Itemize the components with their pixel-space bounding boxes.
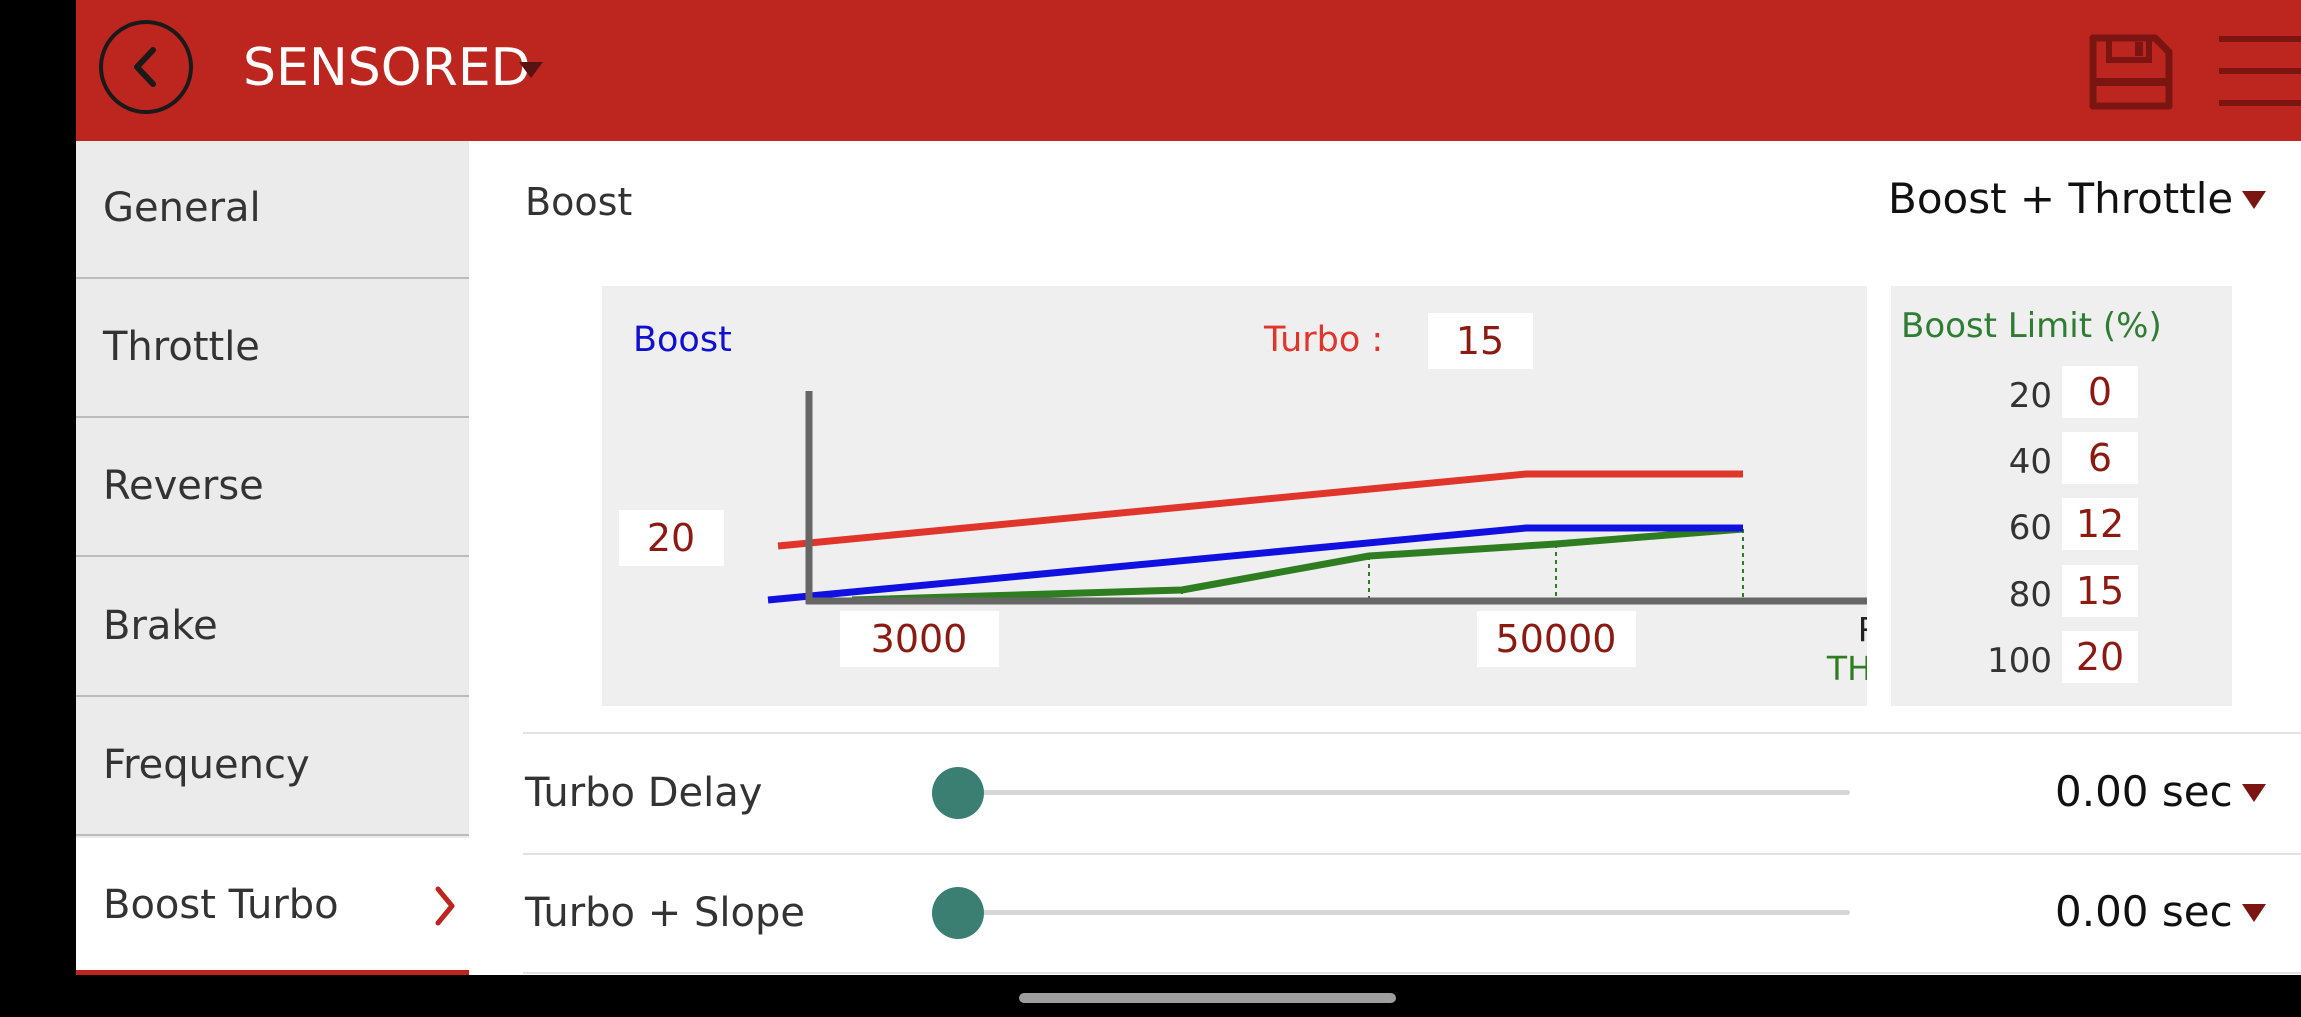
boost-chart-svg: Boost Turbo : 15 20 3000 50000 TH [619, 313, 1867, 688]
turbo-delay-label: Turbo Delay [525, 770, 763, 816]
boost-limit-value[interactable]: 20 [2062, 631, 2138, 683]
divider [523, 853, 2301, 855]
caret-down-icon[interactable] [2242, 904, 2266, 922]
caret-down-icon[interactable] [2242, 784, 2266, 802]
back-button[interactable] [99, 20, 193, 114]
sidebar-item-general[interactable]: General [76, 141, 469, 279]
turbo-series-line [777, 470, 1743, 550]
boost-chart: Boost Turbo : 15 20 3000 50000 TH [602, 286, 1867, 706]
turbo-label: Turbo : [1263, 320, 1383, 360]
boost-limit-row: 100 20 [1891, 631, 2232, 687]
chevron-right-icon [435, 886, 455, 926]
throttle-point: 80 [2008, 575, 2052, 615]
save-icon[interactable] [2089, 34, 2173, 110]
turbo-slope-label: Turbo + Slope [525, 890, 805, 936]
y-axis-label: Boost [633, 320, 732, 360]
rpm-end-value: 50000 [1496, 617, 1617, 661]
top-bar: SENSORED [76, 0, 2301, 141]
sidebar-item-label: Frequency [103, 742, 310, 788]
boost-limit-title: Boost Limit (%) [1901, 306, 2162, 346]
active-indicator [76, 970, 469, 975]
x-axis-label-secondary: TH(%) [1826, 649, 1867, 688]
caret-down-icon[interactable] [519, 62, 543, 78]
boost-limit-value[interactable]: 12 [2062, 498, 2138, 550]
throttle-point: 60 [2008, 508, 2052, 548]
sidebar-item-brake[interactable]: Brake [76, 559, 469, 697]
sidebar-item-reverse[interactable]: Reverse [76, 419, 469, 557]
sidebar-item-boost-turbo[interactable]: Boost Turbo [76, 838, 469, 975]
menu-icon[interactable] [2219, 34, 2301, 108]
divider [523, 732, 2301, 734]
boost-limit-row: 40 6 [1891, 432, 2232, 488]
sidebar-item-label: Throttle [103, 324, 260, 370]
back-icon [134, 47, 156, 87]
sidebar-item-frequency[interactable]: Frequency [76, 698, 469, 836]
home-indicator[interactable] [1019, 993, 1396, 1003]
divider [523, 972, 2301, 974]
sidebar-item-label: General [103, 185, 261, 231]
turbo-value: 15 [1456, 319, 1504, 363]
sidebar-item-label: Brake [103, 603, 218, 649]
turbo-slope-value[interactable]: 0.00 sec [2055, 887, 2233, 936]
sidebar-item-label: Boost Turbo [103, 882, 339, 928]
turbo-slope-slider[interactable] [960, 910, 1850, 915]
rpm-start-value: 3000 [871, 617, 968, 661]
sidebar: General Throttle Reverse Brake Frequency… [76, 141, 469, 975]
throttle-point: 20 [2008, 376, 2052, 416]
turbo-delay-value[interactable]: 0.00 sec [2055, 767, 2233, 816]
boost-limit-row: 80 15 [1891, 565, 2232, 621]
boost-limit-value[interactable]: 15 [2062, 565, 2138, 617]
boost-limit-value[interactable]: 0 [2062, 366, 2138, 418]
turbo-delay-slider-knob[interactable] [932, 767, 984, 819]
turbo-slope-slider-knob[interactable] [932, 887, 984, 939]
throttle-series-line [851, 525, 1744, 604]
turbo-delay-slider[interactable] [960, 790, 1850, 795]
caret-down-icon[interactable] [2242, 191, 2266, 209]
boost-value: 20 [647, 516, 695, 560]
boost-limit-value[interactable]: 6 [2062, 432, 2138, 484]
x-axis-label: RPM [1858, 610, 1867, 649]
app-window: SENSORED General Throttle Reverse Brake [76, 0, 2301, 975]
sidebar-item-throttle[interactable]: Throttle [76, 280, 469, 418]
boost-limit-row: 60 12 [1891, 498, 2232, 554]
boost-label: Boost [525, 180, 633, 224]
boost-mode-select[interactable]: Boost + Throttle [1888, 174, 2233, 223]
boost-limit-row: 20 0 [1891, 366, 2232, 422]
boost-limit-panel: Boost Limit (%) 20 0 40 6 60 12 80 15 10… [1891, 286, 2232, 706]
throttle-point: 100 [1987, 641, 2052, 681]
sidebar-item-label: Reverse [103, 463, 264, 509]
throttle-point: 40 [2008, 442, 2052, 482]
profile-title[interactable]: SENSORED [243, 38, 531, 98]
